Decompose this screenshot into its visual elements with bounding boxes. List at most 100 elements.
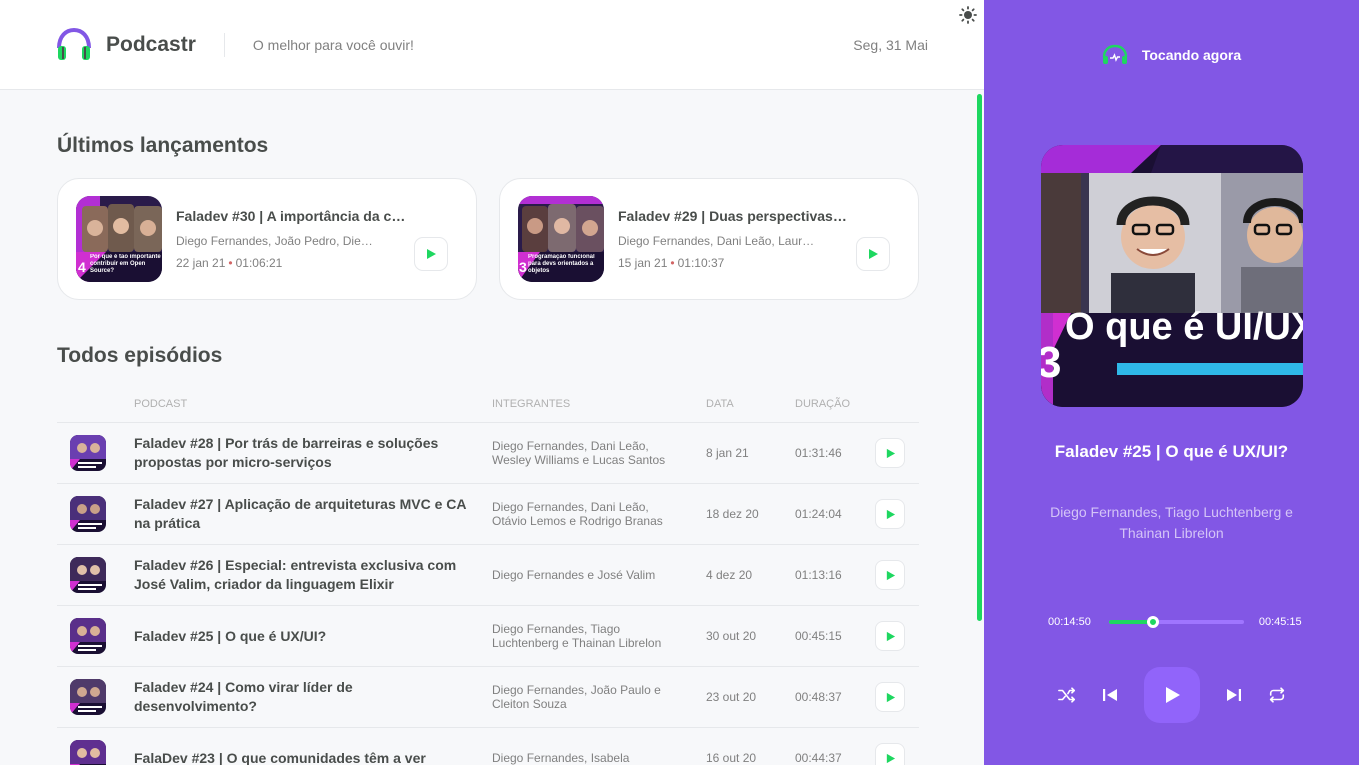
action-cell bbox=[875, 605, 919, 667]
thumb-cell bbox=[57, 727, 134, 765]
date-column-header: Data bbox=[706, 398, 734, 410]
episode-members: Diego Fernandes, João Pedro, Diego... bbox=[176, 234, 376, 248]
thumb-cell bbox=[57, 544, 134, 606]
app-name: Podcastr bbox=[106, 32, 196, 56]
table-row[interactable]: Faladev #25 | O que é UX/UI? Diego Ferna… bbox=[57, 605, 919, 667]
current-date: Seg, 31 Mai bbox=[853, 36, 928, 53]
now-playing-heading: Tocando agora bbox=[1141, 47, 1242, 63]
episode-meta: 15 jan 21 • 01:10:37 bbox=[618, 256, 848, 270]
episode-duration: 01:31:46 bbox=[795, 446, 842, 460]
play-episode-button[interactable] bbox=[875, 438, 905, 468]
scrollbar-thumb[interactable] bbox=[977, 94, 982, 621]
all-episodes-title: Todos episódios bbox=[57, 344, 223, 367]
episode-duration: 01:06:21 bbox=[235, 256, 283, 270]
play-episode-button[interactable] bbox=[875, 621, 905, 651]
player-heading: Tocando agora bbox=[984, 44, 1359, 66]
date-cell: 16 out 20 bbox=[706, 727, 795, 765]
content: Últimos lançamentos 4 Por que é tão impo… bbox=[0, 134, 984, 765]
episode-thumbnail bbox=[70, 618, 106, 654]
episode-title[interactable]: Faladev #26 | Especial: entrevista exclu… bbox=[134, 556, 469, 594]
thumb-cell bbox=[57, 666, 134, 728]
duration-cell: 00:44:37 bbox=[795, 727, 875, 765]
members-cell: Diego Fernandes, Isabela bbox=[492, 727, 706, 765]
thumb-caption: Por que é tão importante contribuir em O… bbox=[90, 254, 161, 274]
play-icon bbox=[886, 448, 895, 458]
progress-handle[interactable] bbox=[1147, 616, 1160, 628]
play-icon bbox=[886, 692, 895, 702]
play-icon bbox=[427, 249, 436, 259]
previous-button[interactable] bbox=[1101, 686, 1119, 704]
title-cell: Faladev #27 | Aplicação de arquiteturas … bbox=[134, 483, 492, 545]
title-cell: Faladev #26 | Especial: entrevista exclu… bbox=[134, 544, 492, 606]
episode-title[interactable]: Faladev #24 | Como virar líder de desenv… bbox=[134, 678, 469, 716]
theme-toggle-button[interactable] bbox=[959, 6, 977, 24]
progress-slider[interactable] bbox=[1108, 616, 1244, 628]
episode-duration: 00:45:15 bbox=[795, 629, 842, 643]
episode-title[interactable]: Faladev #29 | Duas perspectivas diferent… bbox=[618, 208, 848, 224]
duration-cell: 00:48:37 bbox=[795, 666, 875, 728]
table-row[interactable]: FalaDev #23 | O que comunidades têm a ve… bbox=[57, 727, 919, 765]
episode-members: Diego Fernandes e José Valim bbox=[492, 568, 656, 582]
header-divider bbox=[223, 32, 225, 57]
action-cell bbox=[875, 666, 919, 728]
now-playing-title: Faladev #25 | O que é UX/UI? bbox=[1054, 442, 1289, 461]
repeat-button[interactable] bbox=[1268, 686, 1286, 704]
progress-bar: 00:14:50 00:45:15 bbox=[1048, 616, 1303, 628]
player-controls bbox=[984, 667, 1359, 723]
title-cell: Faladev #24 | Como virar líder de desenv… bbox=[134, 666, 492, 728]
skip-back-icon bbox=[1102, 689, 1117, 701]
play-episode-button[interactable] bbox=[856, 237, 890, 271]
episode-members: Diego Fernandes, Tiago Luchtenberg e Tha… bbox=[492, 622, 662, 650]
play-episode-button[interactable] bbox=[875, 499, 905, 529]
now-playing-members: Diego Fernandes, Tiago Luchtenberg e Tha… bbox=[1050, 504, 1293, 541]
episode-date: 18 dez 20 bbox=[706, 507, 759, 521]
shuffle-button[interactable] bbox=[1057, 686, 1076, 704]
latest-episodes: 4 Por que é tão importante contribuir em… bbox=[57, 178, 920, 300]
table-row[interactable]: Faladev #24 | Como virar líder de desenv… bbox=[57, 666, 919, 728]
play-icon bbox=[886, 570, 895, 580]
table-row[interactable]: Faladev #26 | Especial: entrevista exclu… bbox=[57, 544, 919, 606]
members-column-header: Integrantes bbox=[492, 398, 571, 410]
sun-icon bbox=[959, 6, 977, 24]
table-row[interactable]: Faladev #27 | Aplicação de arquiteturas … bbox=[57, 483, 919, 545]
play-icon bbox=[886, 631, 895, 641]
play-episode-button[interactable] bbox=[875, 560, 905, 590]
thumb-cell bbox=[57, 483, 134, 545]
duration-column-header: Duração bbox=[795, 398, 851, 410]
episode-title[interactable]: Faladev #30 | A importância da contribui… bbox=[176, 208, 406, 224]
episode-members: Diego Fernandes, Dani Leão, Wesley Willi… bbox=[492, 439, 666, 467]
headphones-icon bbox=[1102, 44, 1128, 64]
episode-members: Diego Fernandes, Dani Leão, Laura... bbox=[618, 234, 818, 248]
play-button[interactable] bbox=[1143, 667, 1200, 723]
app: Podcastr O melhor para você ouvir! Seg, … bbox=[0, 0, 1359, 765]
repeat-icon bbox=[1269, 687, 1284, 703]
action-cell bbox=[875, 544, 919, 606]
thumb-caption: Programação funcional para devs orientad… bbox=[528, 254, 595, 274]
cover-text: O que é UI/UX bbox=[1065, 306, 1303, 348]
episode-title[interactable]: Faladev #25 | O que é UX/UI? bbox=[134, 627, 469, 646]
duration-cell: 00:45:15 bbox=[795, 605, 875, 667]
latest-episode-card[interactable]: 3 Programação funcional para devs orient… bbox=[499, 178, 919, 300]
episode-thumbnail bbox=[70, 557, 106, 593]
podcast-column-header: Podcast bbox=[134, 398, 188, 410]
episode-title[interactable]: Faladev #27 | Aplicação de arquiteturas … bbox=[134, 495, 469, 533]
headphones-logo-icon bbox=[57, 27, 91, 60]
play-episode-button[interactable] bbox=[414, 237, 448, 271]
logo[interactable]: Podcastr bbox=[56, 27, 196, 62]
episode-thumbnail bbox=[70, 740, 106, 765]
date-cell: 8 jan 21 bbox=[706, 422, 795, 484]
thumb-number: 3 bbox=[519, 259, 527, 275]
play-episode-button[interactable] bbox=[875, 682, 905, 712]
main-area: Podcastr O melhor para você ouvir! Seg, … bbox=[0, 0, 984, 765]
episode-title[interactable]: Faladev #28 | Por trás de barreiras e so… bbox=[134, 434, 469, 472]
episode-title[interactable]: FalaDev #23 | O que comunidades têm a ve… bbox=[134, 749, 469, 765]
current-time: 00:14:50 bbox=[1048, 616, 1091, 628]
latest-episode-card[interactable]: 4 Por que é tão importante contribuir em… bbox=[57, 178, 477, 300]
play-episode-button[interactable] bbox=[875, 743, 905, 765]
date-cell: 30 out 20 bbox=[706, 605, 795, 667]
members-cell: Diego Fernandes, Dani Leão, Otávio Lemos… bbox=[492, 483, 706, 545]
table-row[interactable]: Faladev #28 | Por trás de barreiras e so… bbox=[57, 422, 919, 484]
header: Podcastr O melhor para você ouvir! Seg, … bbox=[0, 0, 984, 90]
next-button[interactable] bbox=[1225, 686, 1243, 704]
episode-thumbnail bbox=[70, 435, 106, 471]
